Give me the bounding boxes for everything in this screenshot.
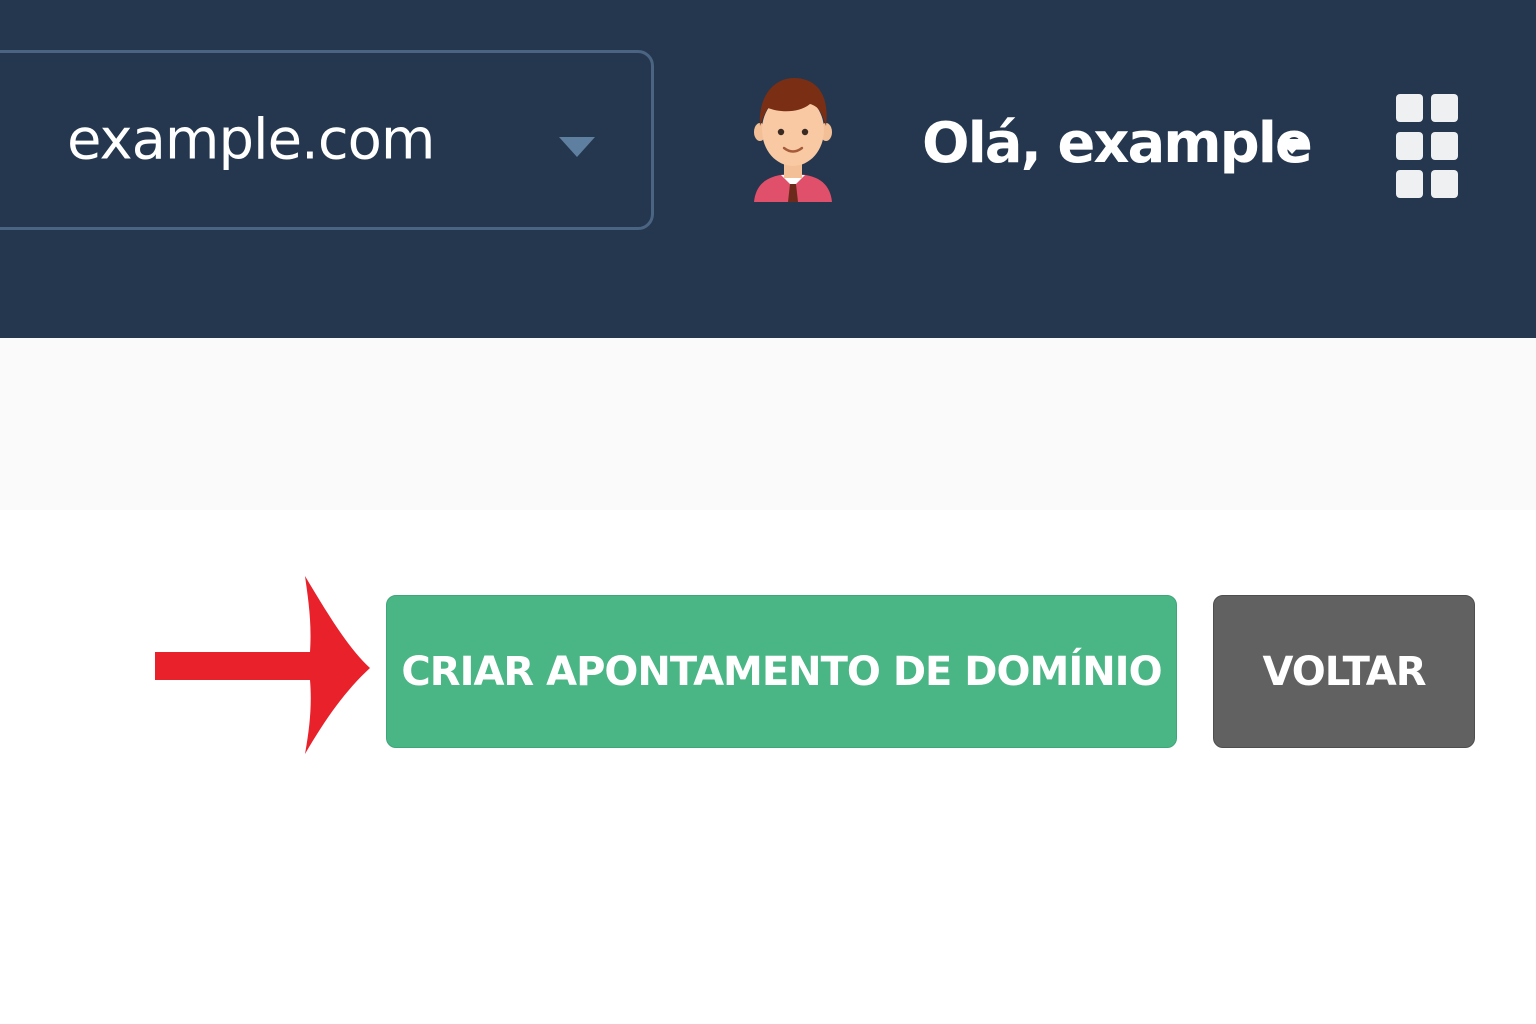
apps-grid-icon[interactable]	[1396, 94, 1460, 200]
apps-grid-square	[1396, 132, 1423, 160]
apps-grid-square	[1431, 170, 1458, 198]
user-avatar-icon	[754, 78, 832, 202]
back-button-label: VOLTAR	[1262, 648, 1426, 695]
apps-grid-square	[1431, 94, 1458, 122]
caret-down-icon	[1278, 139, 1306, 154]
create-domain-pointer-label: CRIAR APONTAMENTO DE DOMÍNIO	[401, 648, 1162, 695]
domain-select-value: example.com	[67, 107, 435, 173]
caret-down-icon	[559, 137, 595, 157]
page: example.com Olá, example CRIAR APONTAMEN…	[0, 0, 1536, 1024]
user-greeting: Olá, example	[922, 111, 1313, 176]
top-header: example.com Olá, example	[0, 0, 1536, 338]
red-arrow-icon	[155, 576, 370, 754]
apps-grid-square	[1431, 132, 1458, 160]
apps-grid-square	[1396, 170, 1423, 198]
apps-grid-square	[1396, 94, 1423, 122]
create-domain-pointer-button[interactable]: CRIAR APONTAMENTO DE DOMÍNIO	[386, 595, 1177, 748]
sub-header-band	[0, 338, 1536, 510]
domain-select[interactable]: example.com	[0, 50, 654, 230]
back-button[interactable]: VOLTAR	[1213, 595, 1475, 748]
